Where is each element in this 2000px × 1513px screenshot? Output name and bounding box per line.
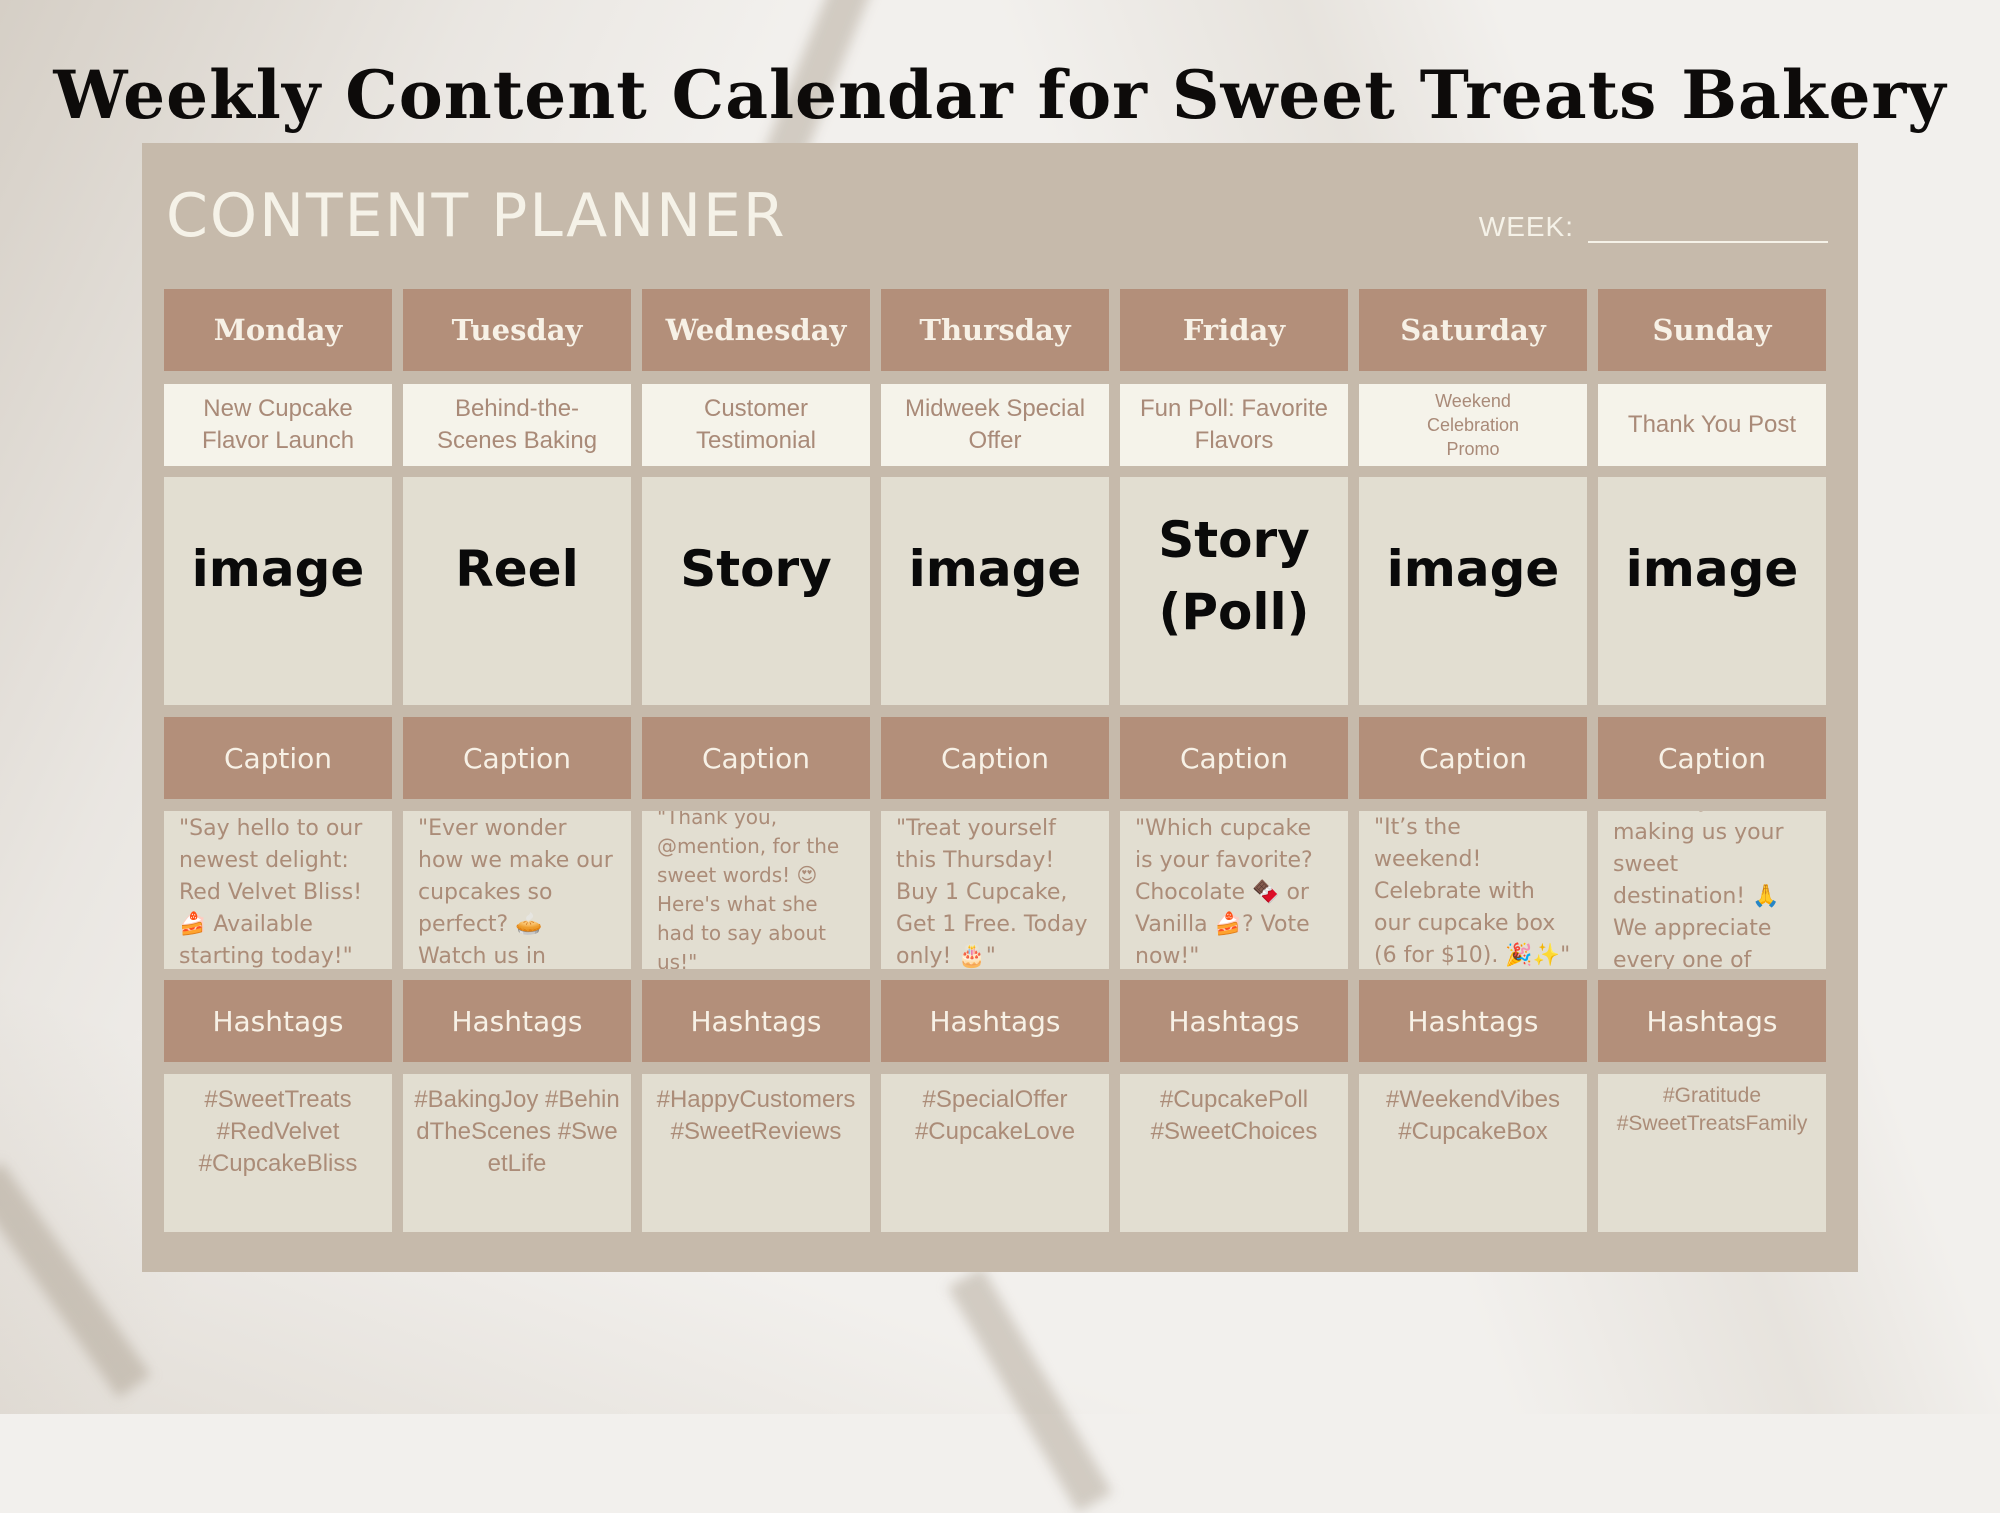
caption-header: Caption [1120, 717, 1348, 799]
caption-header: Caption [403, 717, 631, 799]
hashtags-cell[interactable]: #HappyCustomers #SweetReviews [642, 1074, 870, 1232]
hashtags-header: Hashtags [164, 980, 392, 1062]
caption-header: Caption [881, 717, 1109, 799]
caption-header: Caption [164, 717, 392, 799]
caption-cell[interactable]: "Thank you for making us your sweet dest… [1598, 811, 1826, 969]
week-field: WEEK: [1479, 211, 1828, 243]
day-header-tuesday: Tuesday [403, 289, 631, 371]
day-header-saturday: Saturday [1359, 289, 1587, 371]
hashtags-cell[interactable]: #BakingJoy #BehindTheScenes #SweetLife [403, 1074, 631, 1232]
hashtags-cell[interactable]: #SpecialOffer #CupcakeLove [881, 1074, 1109, 1232]
caption-cell[interactable]: "Ever wonder how we make our cupcakes so… [403, 811, 631, 969]
leaf-shadow [0, 1162, 151, 1398]
topic-cell[interactable]: Thank You Post [1598, 384, 1826, 466]
caption-header: Caption [1359, 717, 1587, 799]
caption-cell[interactable]: "Which cupcake is your favorite? Chocola… [1120, 811, 1348, 969]
calendar-grid: Monday Tuesday Wednesday Thursday Friday… [164, 289, 1828, 1232]
hashtags-header: Hashtags [403, 980, 631, 1062]
topic-cell[interactable]: New Cupcake Flavor Launch [164, 384, 392, 466]
topic-cell[interactable]: Customer Testimonial [642, 384, 870, 466]
format-cell[interactable]: Reel [403, 477, 631, 705]
hashtags-cell[interactable]: #SweetTreats #RedVelvet #CupcakeBliss [164, 1074, 392, 1232]
format-cell[interactable]: Story (Poll) [1120, 477, 1348, 705]
leaf-shadow [947, 1267, 1113, 1513]
format-cell[interactable]: image [881, 477, 1109, 705]
caption-cell[interactable]: "Thank you, @mention, for the sweet word… [642, 811, 870, 969]
caption-header: Caption [642, 717, 870, 799]
topic-cell[interactable]: Midweek Special Offer [881, 384, 1109, 466]
caption-cell[interactable]: "Say hello to our newest delight: Red Ve… [164, 811, 392, 969]
hashtags-cell[interactable]: #WeekendVibes #CupcakeBox [1359, 1074, 1587, 1232]
hashtags-header: Hashtags [1120, 980, 1348, 1062]
format-cell[interactable]: image [1598, 477, 1826, 705]
day-header-thursday: Thursday [881, 289, 1109, 371]
caption-cell[interactable]: "It’s the weekend! Celebrate with our cu… [1359, 811, 1587, 969]
week-input[interactable] [1588, 213, 1828, 243]
format-cell[interactable]: image [164, 477, 392, 705]
topic-cell[interactable]: Behind-the-Scenes Baking [403, 384, 631, 466]
day-header-sunday: Sunday [1598, 289, 1826, 371]
topic-cell[interactable]: Weekend Celebration Promo [1359, 384, 1587, 466]
format-cell[interactable]: Story [642, 477, 870, 705]
caption-header: Caption [1598, 717, 1826, 799]
hashtags-header: Hashtags [881, 980, 1109, 1062]
hashtags-cell[interactable]: #CupcakePoll #SweetChoices [1120, 1074, 1348, 1232]
hashtags-header: Hashtags [1359, 980, 1587, 1062]
hashtags-cell[interactable]: #Gratitude #SweetTreatsFamily [1598, 1074, 1826, 1232]
page-title: Weekly Content Calendar for Sweet Treats… [53, 56, 1947, 134]
day-header-wednesday: Wednesday [642, 289, 870, 371]
day-header-friday: Friday [1120, 289, 1348, 371]
week-label: WEEK: [1478, 211, 1574, 242]
hashtags-header: Hashtags [642, 980, 870, 1062]
content-planner-panel: CONTENT PLANNER WEEK: Monday Tuesday Wed… [142, 143, 1858, 1272]
caption-cell[interactable]: "Treat yourself this Thursday! Buy 1 Cup… [881, 811, 1109, 969]
hashtags-header: Hashtags [1598, 980, 1826, 1062]
planner-title: CONTENT PLANNER [166, 181, 787, 251]
format-cell[interactable]: image [1359, 477, 1587, 705]
topic-cell[interactable]: Fun Poll: Favorite Flavors [1120, 384, 1348, 466]
day-header-monday: Monday [164, 289, 392, 371]
